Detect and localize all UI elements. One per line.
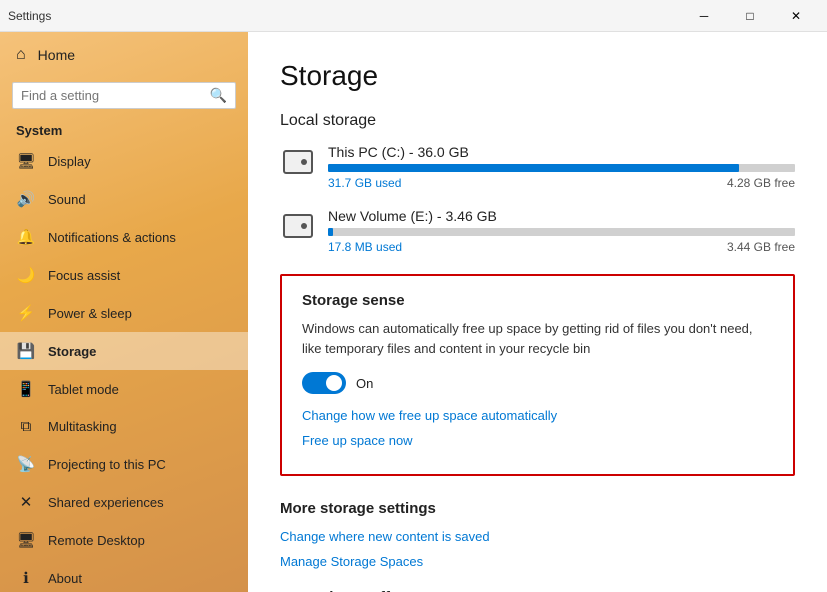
close-button[interactable]: ✕: [773, 0, 819, 32]
home-label: Home: [38, 47, 75, 63]
multitasking-icon: ⧉: [16, 418, 36, 435]
drive-c-free: 4.28 GB free: [727, 176, 795, 190]
app-body: ⌂ Home 🔍 System 🖥 Display 🔊 Sound 🔔 Noti…: [0, 32, 827, 592]
drive-e-fill: [328, 228, 333, 236]
sidebar-item-label: Notifications & actions: [48, 230, 176, 245]
sidebar-search-box[interactable]: 🔍: [12, 82, 236, 109]
hdd-icon: [283, 150, 313, 174]
sidebar-item-label: Focus assist: [48, 268, 120, 283]
power-icon: ⚡: [16, 304, 36, 322]
display-icon: 🖥: [16, 152, 36, 170]
sidebar-item-power[interactable]: ⚡ Power & sleep: [0, 294, 248, 332]
hdd-e-icon: [283, 214, 313, 238]
sidebar-item-projecting[interactable]: 📡 Projecting to this PC: [0, 445, 248, 483]
search-icon: 🔍: [210, 87, 227, 104]
home-icon: ⌂: [16, 46, 26, 64]
storage-sense-box: Storage sense Windows can automatically …: [280, 274, 795, 476]
sidebar-item-focus[interactable]: 🌙 Focus assist: [0, 256, 248, 294]
storage-sense-desc: Windows can automatically free up space …: [302, 319, 773, 358]
minimize-button[interactable]: ─: [681, 0, 727, 32]
focus-icon: 🌙: [16, 266, 36, 284]
about-icon: ℹ: [16, 569, 36, 587]
drive-e-used: 17.8 MB used: [328, 240, 402, 254]
sidebar-item-label: Power & sleep: [48, 306, 132, 321]
sidebar-item-multitasking[interactable]: ⧉ Multitasking: [0, 408, 248, 445]
sidebar-item-notifications[interactable]: 🔔 Notifications & actions: [0, 218, 248, 256]
more-storage-title: More storage settings: [280, 500, 795, 517]
drive-c-stats: 31.7 GB used 4.28 GB free: [328, 176, 795, 190]
storage-sense-toggle[interactable]: [302, 372, 346, 394]
tablet-icon: 📱: [16, 380, 36, 398]
drive-e-stats: 17.8 MB used 3.44 GB free: [328, 240, 795, 254]
title-bar-controls: ─ □ ✕: [681, 0, 819, 32]
toggle-row: On: [302, 372, 773, 394]
page-title: Storage: [280, 60, 795, 92]
drive-c-bar: [328, 164, 795, 172]
drive-e-bar: [328, 228, 795, 236]
drive-c-fill: [328, 164, 739, 172]
drive-e-item: New Volume (E:) - 3.46 GB 17.8 MB used 3…: [280, 208, 795, 254]
sidebar: ⌂ Home 🔍 System 🖥 Display 🔊 Sound 🔔 Noti…: [0, 32, 248, 592]
toggle-label: On: [356, 376, 373, 391]
storage-icon: 💾: [16, 342, 36, 360]
notifications-icon: 🔔: [16, 228, 36, 246]
sidebar-item-home[interactable]: ⌂ Home: [0, 32, 248, 78]
drive-e-details: New Volume (E:) - 3.46 GB 17.8 MB used 3…: [328, 208, 795, 254]
sidebar-item-sound[interactable]: 🔊 Sound: [0, 180, 248, 218]
drive-c-item: This PC (C:) - 36.0 GB 31.7 GB used 4.28…: [280, 144, 795, 190]
sidebar-item-shared[interactable]: ✕ Shared experiences: [0, 483, 248, 521]
sidebar-item-about[interactable]: ℹ About: [0, 559, 248, 592]
free-up-space-link[interactable]: Free up space now: [302, 433, 773, 448]
title-bar: Settings ─ □ ✕: [0, 0, 827, 32]
maximize-button[interactable]: □: [727, 0, 773, 32]
title-bar-text: Settings: [8, 9, 681, 23]
sidebar-item-tablet[interactable]: 📱 Tablet mode: [0, 370, 248, 408]
sidebar-item-label: Display: [48, 154, 91, 169]
drive-e-icon: [280, 208, 316, 244]
main-content: Storage Local storage This PC (C:) - 36.…: [248, 32, 827, 592]
sidebar-item-storage[interactable]: 💾 Storage: [0, 332, 248, 370]
sidebar-item-label: Storage: [48, 344, 96, 359]
drive-c-details: This PC (C:) - 36.0 GB 31.7 GB used 4.28…: [328, 144, 795, 190]
manage-storage-link[interactable]: Manage Storage Spaces: [280, 554, 795, 569]
sidebar-item-label: About: [48, 571, 82, 586]
sidebar-section-header: System: [0, 117, 248, 142]
remote-icon: 🖥: [16, 531, 36, 549]
sidebar-item-remote[interactable]: 🖥 Remote Desktop: [0, 521, 248, 559]
drive-e-name: New Volume (E:) - 3.46 GB: [328, 208, 795, 224]
sidebar-item-label: Remote Desktop: [48, 533, 145, 548]
change-how-link[interactable]: Change how we free up space automaticall…: [302, 408, 773, 423]
sidebar-item-label: Sound: [48, 192, 86, 207]
drive-c-used: 31.7 GB used: [328, 176, 401, 190]
local-storage-title: Local storage: [280, 112, 795, 130]
sidebar-item-label: Multitasking: [48, 419, 117, 434]
drive-c-icon: [280, 144, 316, 180]
sidebar-item-label: Shared experiences: [48, 495, 164, 510]
projecting-icon: 📡: [16, 455, 36, 473]
drive-c-name: This PC (C:) - 36.0 GB: [328, 144, 795, 160]
change-where-link[interactable]: Change where new content is saved: [280, 529, 795, 544]
search-input[interactable]: [21, 88, 210, 103]
sidebar-item-label: Projecting to this PC: [48, 457, 166, 472]
sidebar-item-label: Tablet mode: [48, 382, 119, 397]
sidebar-item-display[interactable]: 🖥 Display: [0, 142, 248, 180]
sound-icon: 🔊: [16, 190, 36, 208]
shared-icon: ✕: [16, 493, 36, 511]
drive-e-free: 3.44 GB free: [727, 240, 795, 254]
storage-sense-title: Storage sense: [302, 292, 773, 309]
